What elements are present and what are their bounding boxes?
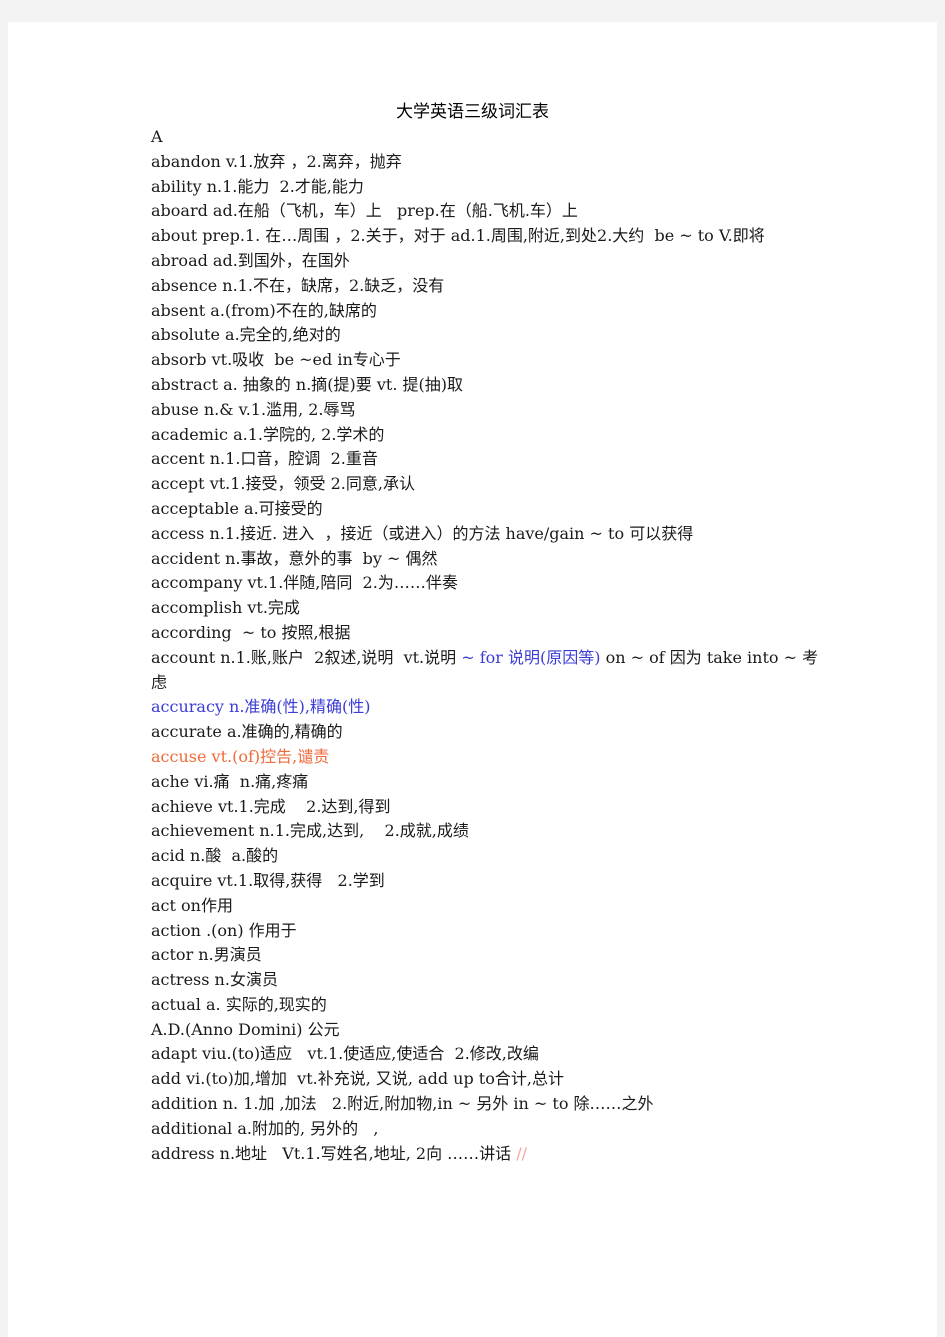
document-title: 大学英语三级词汇表: [396, 102, 549, 122]
entry-act-on: act on作用: [151, 895, 233, 915]
entry-accomplish: accomplish vt.完成: [151, 598, 300, 618]
entry-account: account n.1.账,账户 2叙述,说明 vt.说明 ~ for 说明(原…: [151, 646, 819, 696]
entry-account-highlight: ~ for 说明(原因等): [461, 647, 601, 667]
entry-about: about prep.1. 在…周围 ，2.关于，对于 ad.1.周围,附近,到…: [151, 226, 765, 246]
entry-adapt: adapt viu.(to)适应 vt.1.使适应,使适合 2.修改,改编: [151, 1044, 539, 1064]
entry-action: action .(on) 作用于: [151, 920, 297, 940]
entry-according: according ~ to 按照,根据: [151, 622, 351, 642]
entry-accept: accept vt.1.接受，领受 2.同意,承认: [151, 474, 415, 494]
entry-absent: absent a.(from)不在的,缺席的: [151, 300, 377, 320]
entry-abandon: abandon v.1.放弃 ，2.离弃，抛弃: [151, 151, 402, 171]
entry-acquire: acquire vt.1.取得,获得 2.学到: [151, 870, 385, 890]
entry-abstract: abstract a. 抽象的 n.摘(提)要 vt. 提(抽)取: [151, 374, 463, 394]
entry-abroad: abroad ad.到国外，在国外: [151, 250, 350, 270]
entry-ache: ache vi.痛 n.痛,疼痛: [151, 771, 309, 791]
entry-actual: actual a. 实际的,现实的: [151, 994, 327, 1014]
entry-add: add vi.(to)加,增加 vt.补充说, 又说, add up to合计,…: [151, 1069, 564, 1089]
entry-accurate: accurate a.准确的,精确的: [151, 722, 343, 742]
entry-addition: addition n. 1.加 ,加法 2.附近,附加物,in ~ 另外 in …: [151, 1094, 654, 1114]
entry-actress: actress n.女演员: [151, 970, 278, 990]
entry-acid: acid n.酸 a.酸的: [151, 846, 279, 866]
entry-access: access n.1.接近. 进入 ，接近（或进入）的方法 have/gain …: [151, 523, 694, 543]
entry-academic: academic a.1.学院的, 2.学术的: [151, 424, 385, 444]
entry-ability: ability n.1.能力 2.才能,能力: [151, 176, 364, 196]
entry-accuse: accuse vt.(of)控告,谴责: [151, 746, 330, 766]
entry-address: address n.地址 Vt.1.写姓名,地址, 2向 ……讲话 //: [151, 1142, 819, 1167]
entry-achievement: achievement n.1.完成,达到, 2.成就,成绩: [151, 821, 469, 841]
entry-accident: accident n.事故，意外的事 by ~ 偶然: [151, 548, 438, 568]
entry-actor: actor n.男演员: [151, 945, 262, 965]
entry-account-main: account n.1.账,账户 2叙述,说明 vt.说明: [151, 647, 462, 667]
entry-abuse: abuse n.& v.1.滥用, 2.辱骂: [151, 399, 356, 419]
entry-address-mark: //: [516, 1143, 528, 1163]
entry-absence: absence n.1.不在，缺席，2.缺乏，没有: [151, 275, 445, 295]
entry-ad: A.D.(Anno Domini) 公元: [151, 1019, 340, 1039]
entry-accompany: accompany vt.1.伴随,陪同 2.为……伴奏: [151, 573, 458, 593]
entry-accuracy: accuracy n.准确(性),精确(性): [151, 697, 371, 717]
document-page: 大学英语三级词汇表 A abandon v.1.放弃 ，2.离弃，抛弃 abil…: [8, 22, 937, 1337]
entry-absolute: absolute a.完全的,绝对的: [151, 325, 341, 345]
entry-accent: accent n.1.口音，腔调 2.重音: [151, 449, 378, 469]
entry-aboard: aboard ad.在船（飞机，车）上 prep.在（船.飞机.车）上: [151, 201, 578, 221]
section-letter: A: [151, 127, 163, 146]
entry-additional: additional a.附加的, 另外的 ,: [151, 1118, 379, 1138]
entry-achieve: achieve vt.1.完成 2.达到,得到: [151, 796, 391, 816]
entry-acceptable: acceptable a.可接受的: [151, 498, 323, 518]
entry-address-main: address n.地址 Vt.1.写姓名,地址, 2向 ……讲话: [151, 1143, 517, 1163]
entry-absorb: absorb vt.吸收 be ~ed in专心于: [151, 350, 401, 370]
vocabulary-list: A abandon v.1.放弃 ，2.离弃，抛弃 ability n.1.能力…: [151, 125, 819, 1166]
